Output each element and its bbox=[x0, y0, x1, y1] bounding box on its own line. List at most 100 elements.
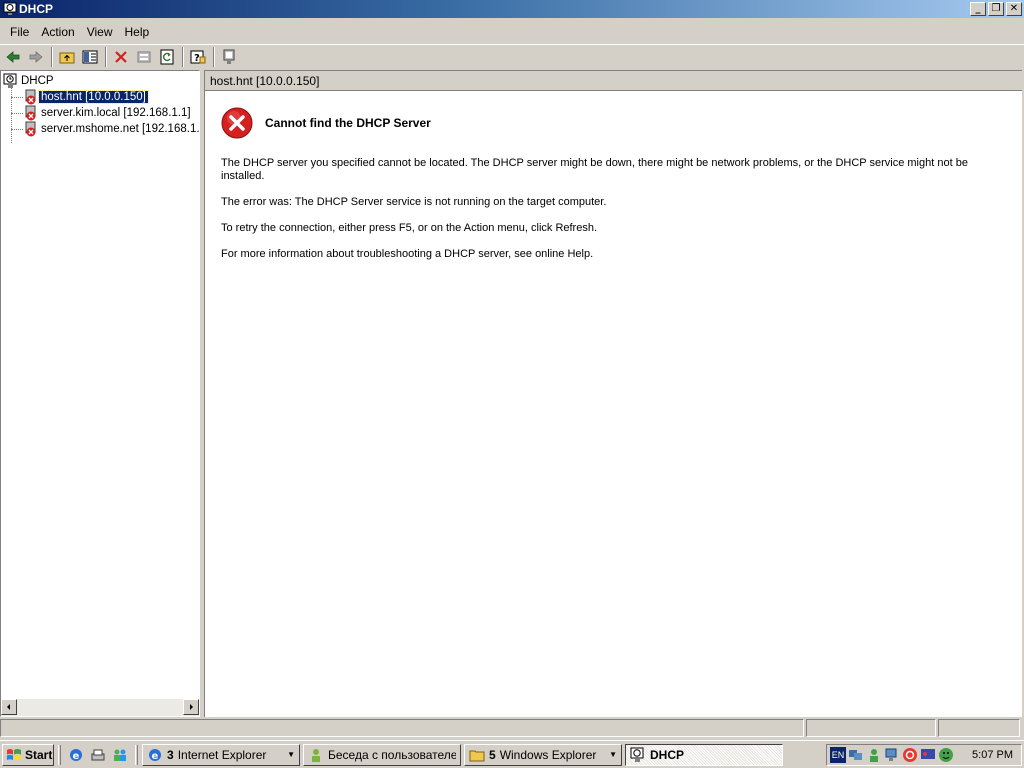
dhcp-app-icon bbox=[3, 2, 17, 15]
task-count: 5 bbox=[489, 747, 496, 762]
svg-text:?: ? bbox=[194, 53, 200, 64]
minimize-button[interactable]: _ bbox=[970, 2, 986, 16]
scroll-left-arrow-icon bbox=[7, 704, 10, 710]
menu-bar: File Action View Help bbox=[0, 22, 1024, 42]
window-title: DHCP bbox=[19, 2, 54, 16]
taskbar-grip bbox=[135, 744, 138, 765]
back-button[interactable] bbox=[2, 46, 24, 68]
tree-item-server-kim-local[interactable]: server.kim.local [192.168.1.1] bbox=[23, 105, 193, 121]
folder-icon bbox=[469, 750, 485, 761]
menu-file[interactable]: File bbox=[4, 25, 35, 39]
server-button[interactable] bbox=[218, 46, 240, 68]
result-pane-header: host.hnt [10.0.0.150] bbox=[205, 71, 1022, 91]
up-one-level-button[interactable] bbox=[56, 46, 78, 68]
quicklaunch-users[interactable] bbox=[111, 746, 129, 764]
status-cell-3 bbox=[938, 719, 1020, 737]
taskbar: Start e e 3 Internet Explorer ▼ Беседа с… bbox=[0, 740, 1024, 768]
tree-connector bbox=[11, 87, 12, 143]
forward-arrow-icon bbox=[29, 50, 43, 63]
start-button[interactable]: Start bbox=[2, 743, 54, 766]
error-icon bbox=[221, 107, 253, 139]
close-button[interactable]: ✕ bbox=[1006, 2, 1022, 16]
quicklaunch-printer[interactable] bbox=[89, 746, 107, 764]
task-dhcp[interactable]: DHCP bbox=[625, 743, 783, 766]
tree-connector bbox=[11, 113, 23, 114]
display-icon[interactable] bbox=[920, 747, 936, 763]
tree-horizontal-scrollbar[interactable] bbox=[1, 699, 199, 716]
status-bar bbox=[0, 719, 1024, 739]
language-indicator[interactable]: EN bbox=[830, 747, 846, 763]
clock[interactable]: 5:07 PM bbox=[972, 749, 1013, 761]
toolbar: ? bbox=[0, 44, 1024, 68]
task-label: Internet Explorer bbox=[177, 747, 267, 762]
status-cell-main bbox=[0, 719, 804, 737]
back-arrow-icon bbox=[6, 50, 20, 63]
task-group-arrow-icon: ▼ bbox=[609, 750, 617, 759]
server-icon bbox=[223, 49, 235, 64]
antivirus-icon[interactable] bbox=[902, 747, 918, 763]
delete-button[interactable] bbox=[110, 46, 132, 68]
refresh-icon bbox=[160, 49, 174, 64]
scroll-left-button[interactable] bbox=[1, 699, 17, 715]
tree-connector bbox=[11, 97, 23, 98]
console-tree: DHCP host.hnt [10.0.0.150] server.kim.lo… bbox=[1, 71, 199, 699]
internet-explorer-icon: e bbox=[149, 748, 161, 762]
status-cell-2 bbox=[806, 719, 936, 737]
task-windows-explorer[interactable]: 5 Windows Explorer ▼ bbox=[464, 743, 622, 766]
menu-action[interactable]: Action bbox=[35, 25, 80, 39]
scroll-right-button[interactable] bbox=[183, 699, 199, 715]
messenger-icon[interactable] bbox=[866, 747, 882, 763]
icq-icon[interactable] bbox=[938, 747, 954, 763]
toolbar-separator bbox=[51, 46, 53, 67]
toolbar-separator bbox=[105, 46, 107, 67]
server-error-icon bbox=[25, 105, 36, 121]
help-icon: ? bbox=[190, 50, 206, 64]
tree-connector bbox=[11, 129, 23, 130]
server-error-icon bbox=[25, 89, 36, 105]
task-label: Беседа с пользователе... bbox=[328, 747, 456, 762]
dhcp-app-icon bbox=[630, 747, 644, 762]
task-label: DHCP bbox=[650, 747, 685, 762]
internet-explorer-icon: e bbox=[70, 748, 82, 762]
server-error-icon bbox=[25, 121, 36, 137]
tree-item-label: server.mshome.net [192.168.1. bbox=[41, 123, 199, 135]
network-icon[interactable] bbox=[848, 747, 864, 763]
tree-item-host-hnt[interactable]: host.hnt [10.0.0.150] bbox=[23, 89, 149, 105]
printer-icon bbox=[91, 749, 105, 760]
task-group-arrow-icon: ▼ bbox=[287, 750, 295, 759]
error-paragraph-4: For more information about troubleshooti… bbox=[221, 248, 594, 260]
task-chat[interactable]: Беседа с пользователе... bbox=[303, 743, 461, 766]
network-connection-icon[interactable] bbox=[884, 747, 900, 763]
task-label: Windows Explorer bbox=[499, 747, 597, 762]
tree-root-dhcp[interactable]: DHCP bbox=[3, 73, 56, 89]
tree-item-server-mshome-net[interactable]: server.mshome.net [192.168.1. bbox=[23, 121, 199, 137]
quicklaunch-ie[interactable]: e bbox=[67, 746, 85, 764]
start-label: Start bbox=[25, 747, 53, 762]
delete-icon bbox=[115, 50, 127, 63]
taskbar-grip bbox=[58, 744, 61, 765]
scroll-right-arrow-icon bbox=[190, 704, 193, 710]
toolbar-separator bbox=[182, 46, 184, 67]
dhcp-root-icon bbox=[3, 73, 17, 88]
menu-help[interactable]: Help bbox=[119, 25, 156, 39]
menu-view[interactable]: View bbox=[81, 25, 119, 39]
tree-item-label: host.hnt [10.0.0.150] bbox=[38, 90, 149, 104]
properties-icon bbox=[137, 51, 151, 62]
title-bar: DHCP _ ❐ ✕ bbox=[0, 0, 1024, 18]
error-title: Cannot find the DHCP Server bbox=[265, 116, 431, 130]
forward-button[interactable] bbox=[25, 46, 47, 68]
toolbar-separator bbox=[213, 46, 215, 67]
tree-item-label: server.kim.local [192.168.1.1] bbox=[41, 107, 191, 119]
refresh-button[interactable] bbox=[156, 46, 178, 68]
task-internet-explorer[interactable]: e 3 Internet Explorer ▼ bbox=[142, 743, 300, 766]
help-button[interactable]: ? bbox=[187, 46, 209, 68]
console-tree-pane: DHCP host.hnt [10.0.0.150] server.kim.lo… bbox=[0, 70, 200, 717]
restore-button[interactable]: ❐ bbox=[988, 2, 1004, 16]
scrollbar-track[interactable] bbox=[17, 699, 183, 716]
properties-button[interactable] bbox=[133, 46, 155, 68]
error-paragraph-1: The DHCP server you specified cannot be … bbox=[221, 157, 968, 182]
show-hide-tree-button[interactable] bbox=[79, 46, 101, 68]
error-message-block: Cannot find the DHCP Server The DHCP ser… bbox=[221, 107, 981, 274]
show-hide-tree-icon bbox=[82, 50, 98, 63]
svg-text:e: e bbox=[152, 751, 159, 762]
